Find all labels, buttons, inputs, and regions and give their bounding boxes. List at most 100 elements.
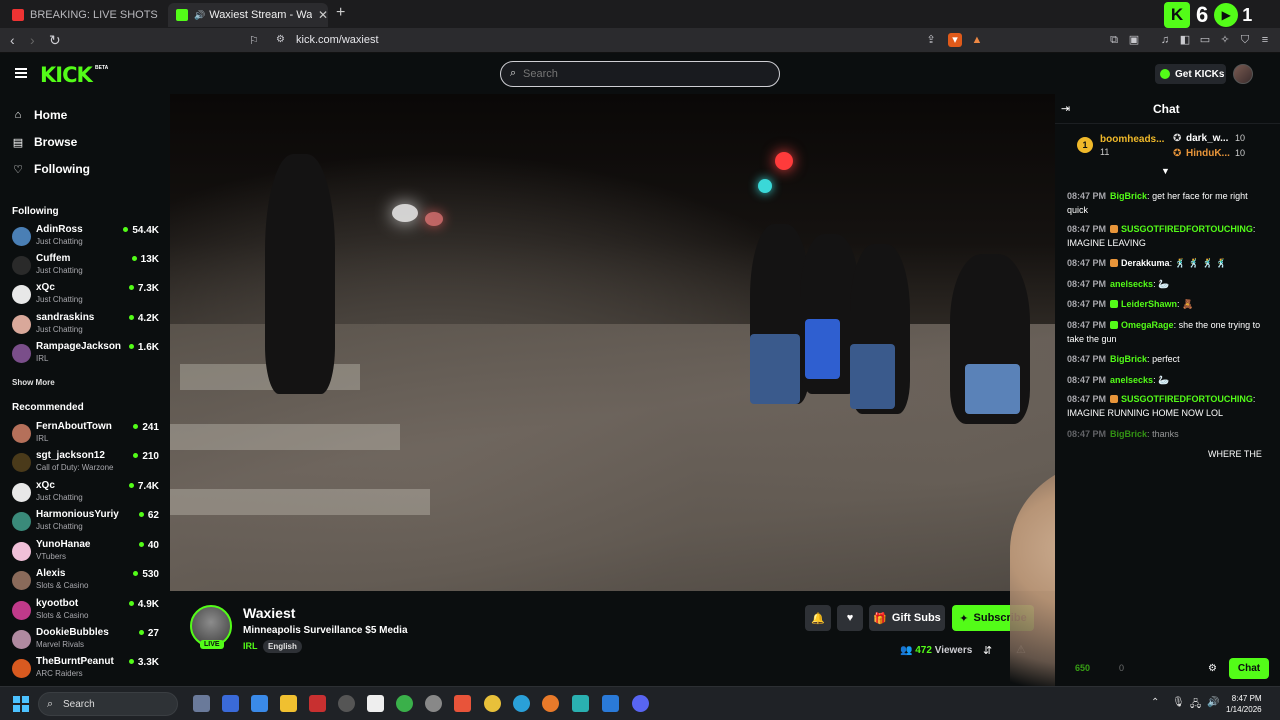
browser-tab-waxiest[interactable]: 🔊 Waxiest Stream - Watch Live o ✕ <box>168 3 328 27</box>
site-info-icon[interactable]: ⚙ <box>276 34 285 45</box>
taskbar-app-icon[interactable] <box>193 695 210 712</box>
chat-send-button[interactable]: Chat <box>1229 658 1269 679</box>
wallet-icon[interactable]: ▭ <box>1198 33 1212 47</box>
sidebar-channel[interactable]: TheBurntPeanut ARC Raiders 3.3K <box>12 656 162 682</box>
share-icon[interactable]: ⇵ <box>983 644 992 657</box>
sidebar-channel[interactable]: Alexis Slots & Casino 530 <box>12 568 162 594</box>
sidebar-channel[interactable]: YunoHanae VTubers 40 <box>12 539 162 565</box>
microphone-icon[interactable]: 🎙 <box>1172 697 1185 708</box>
follow-button[interactable]: ♥ <box>837 605 863 631</box>
browser-tab-breaking[interactable]: BREAKING: LIVE SHOTS FIRED Amid <box>4 3 164 27</box>
brave-rewards-icon[interactable]: ▲ <box>970 33 984 47</box>
message-user[interactable]: BigBrick <box>1110 191 1147 201</box>
kick-logo[interactable]: KICK <box>40 63 93 87</box>
chat-message[interactable]: WHERE THE <box>1208 447 1278 461</box>
taskbar-app-icon[interactable] <box>222 695 239 712</box>
search-input[interactable] <box>523 66 763 82</box>
search-box[interactable]: ⌕ <box>500 61 780 87</box>
collapse-chat-icon[interactable]: ⇥ <box>1061 102 1070 115</box>
sidebar-channel[interactable]: FernAboutTown IRL 241 <box>12 421 162 447</box>
show-more-link[interactable]: Show More <box>12 378 55 387</box>
message-user[interactable]: SUSGOTFIREDFORTOUCHING <box>1121 224 1253 234</box>
chat-message[interactable]: 08:47 PM OmegaRage: she the one trying to… <box>1067 318 1267 346</box>
reload-icon[interactable]: ↻ <box>49 32 61 49</box>
message-user[interactable]: anelsecks <box>1110 279 1153 289</box>
taskbar-clock[interactable]: 8:47 PM 1/14/2026 <box>1226 693 1262 715</box>
menu-icon[interactable]: ≡ <box>1258 33 1272 47</box>
sidebar-nav-following[interactable]: ♡ Following <box>12 162 90 176</box>
leader-name[interactable]: HinduK... <box>1186 148 1230 159</box>
channel-points[interactable]: 650 <box>1075 663 1090 673</box>
url-field[interactable]: kick.com/waxiest <box>296 34 379 46</box>
sidebar-nav-browse[interactable]: ▤ Browse <box>12 135 78 149</box>
stream-category[interactable]: IRL <box>243 641 258 651</box>
notifications-button[interactable]: 🔔 <box>805 605 831 631</box>
gift-subs-button[interactable]: 🎁 Gift Subs <box>869 605 945 631</box>
video-player[interactable] <box>170 94 1055 591</box>
windows-start-icon[interactable] <box>13 696 29 712</box>
message-user[interactable]: BigBrick <box>1110 429 1147 439</box>
obs-icon[interactable] <box>425 695 442 712</box>
firefox-icon[interactable] <box>542 695 559 712</box>
taskbar-app-icon[interactable] <box>251 695 268 712</box>
taskbar-search[interactable]: ⌕ Search <box>38 692 178 716</box>
back-icon[interactable]: ‹ <box>10 32 15 48</box>
sidebar-channel[interactable]: DookieBubbles Marvel Rivals 27 <box>12 627 162 653</box>
get-kicks-button[interactable]: Get KICKs <box>1155 64 1226 84</box>
language-tag[interactable]: English <box>263 640 302 653</box>
new-tab-button[interactable]: + <box>336 4 345 22</box>
vscode-icon[interactable] <box>602 695 619 712</box>
sidebar-channel[interactable]: sgt_jackson12 Call of Duty: Warzone 210 <box>12 450 162 476</box>
tray-chevron-icon[interactable]: ⌃ <box>1151 697 1159 708</box>
taskbar-app-icon[interactable] <box>572 695 589 712</box>
extensions-icon[interactable]: ⧉ <box>1107 33 1121 47</box>
network-icon[interactable]: 🖧 <box>1190 697 1201 714</box>
audio-playing-icon[interactable]: 🔊 <box>194 10 205 21</box>
chat-message[interactable]: 08:47 PM SUSGOTFIREDFORTOUCHING: IMAGINE … <box>1067 392 1267 420</box>
message-user[interactable]: Derakkuma <box>1121 258 1170 268</box>
leo-ai-icon[interactable]: ✧ <box>1218 33 1232 47</box>
sidebar-channel[interactable]: xQc Just Chatting 7.3K <box>12 282 162 308</box>
close-tab-icon[interactable]: ✕ <box>318 8 328 22</box>
volume-icon[interactable]: 🔊 <box>1207 697 1219 708</box>
message-user[interactable]: OmegaRage <box>1121 320 1174 330</box>
chat-message[interactable]: 08:47 PM Derakkuma: 🕺 🕺 🕺 🕺 <box>1067 256 1267 270</box>
leader-name[interactable]: dark_w... <box>1186 133 1228 144</box>
sidebar-channel[interactable]: Cuffem Just Chatting 13K <box>12 253 162 279</box>
edge-icon[interactable] <box>513 695 530 712</box>
message-user[interactable]: LeiderShawn <box>1121 299 1177 309</box>
media-icon[interactable]: ♫ <box>1158 33 1172 47</box>
chat-message[interactable]: 08:47 PM LeiderShawn: 🧸 <box>1067 297 1267 311</box>
capcut-icon[interactable] <box>367 695 384 712</box>
sidebar-channel[interactable]: xQc Just Chatting 7.4K <box>12 480 162 506</box>
message-user[interactable]: SUSGOTFIREDFORTOUCHING <box>1121 394 1253 404</box>
forward-icon[interactable]: › <box>30 32 35 48</box>
taskbar-app-icon[interactable] <box>309 695 326 712</box>
hamburger-menu-icon[interactable] <box>15 68 27 78</box>
chat-message[interactable]: 08:47 PM BigBrick: perfect <box>1067 352 1267 366</box>
streamer-name[interactable]: Waxiest <box>243 605 295 621</box>
screenshot-icon[interactable]: ▣ <box>1127 33 1141 47</box>
chat-message[interactable]: 08:47 PM BigBrick: thanks <box>1067 427 1267 441</box>
sidebar-toggle-icon[interactable]: ◧ <box>1178 33 1192 47</box>
bookmark-icon[interactable]: ⚐ <box>249 34 259 47</box>
share-icon[interactable]: ⇪ <box>924 33 938 47</box>
message-user[interactable]: BigBrick <box>1110 354 1147 364</box>
chat-message[interactable]: 08:47 PM SUSGOTFIREDFORTOUCHING: IMAGINE … <box>1067 222 1267 250</box>
chat-message[interactable]: 08:47 PM anelsecks: 🦢 <box>1067 373 1267 387</box>
sidebar-nav-home[interactable]: ⌂ Home <box>12 108 68 122</box>
taskbar-app-icon[interactable] <box>338 695 355 712</box>
file-explorer-icon[interactable] <box>280 695 297 712</box>
sidebar-channel[interactable]: sandraskins Just Chatting 4.2K <box>12 312 162 338</box>
chat-message[interactable]: 08:47 PM anelsecks: 🦢 <box>1067 277 1267 291</box>
message-user[interactable]: anelsecks <box>1110 375 1153 385</box>
brave-icon[interactable] <box>454 695 471 712</box>
brave-shields-icon[interactable]: ▾ <box>948 33 962 47</box>
discord-icon[interactable] <box>632 695 649 712</box>
leader-name[interactable]: boomheads... <box>1100 134 1164 145</box>
sidebar-channel[interactable]: AdinRoss Just Chatting 54.4K <box>12 224 162 250</box>
vpn-icon[interactable]: ⛉ <box>1238 33 1252 47</box>
chrome-icon[interactable] <box>484 695 501 712</box>
user-avatar[interactable] <box>1233 64 1253 84</box>
sidebar-channel[interactable]: kyootbot Slots & Casino 4.9K <box>12 598 162 624</box>
